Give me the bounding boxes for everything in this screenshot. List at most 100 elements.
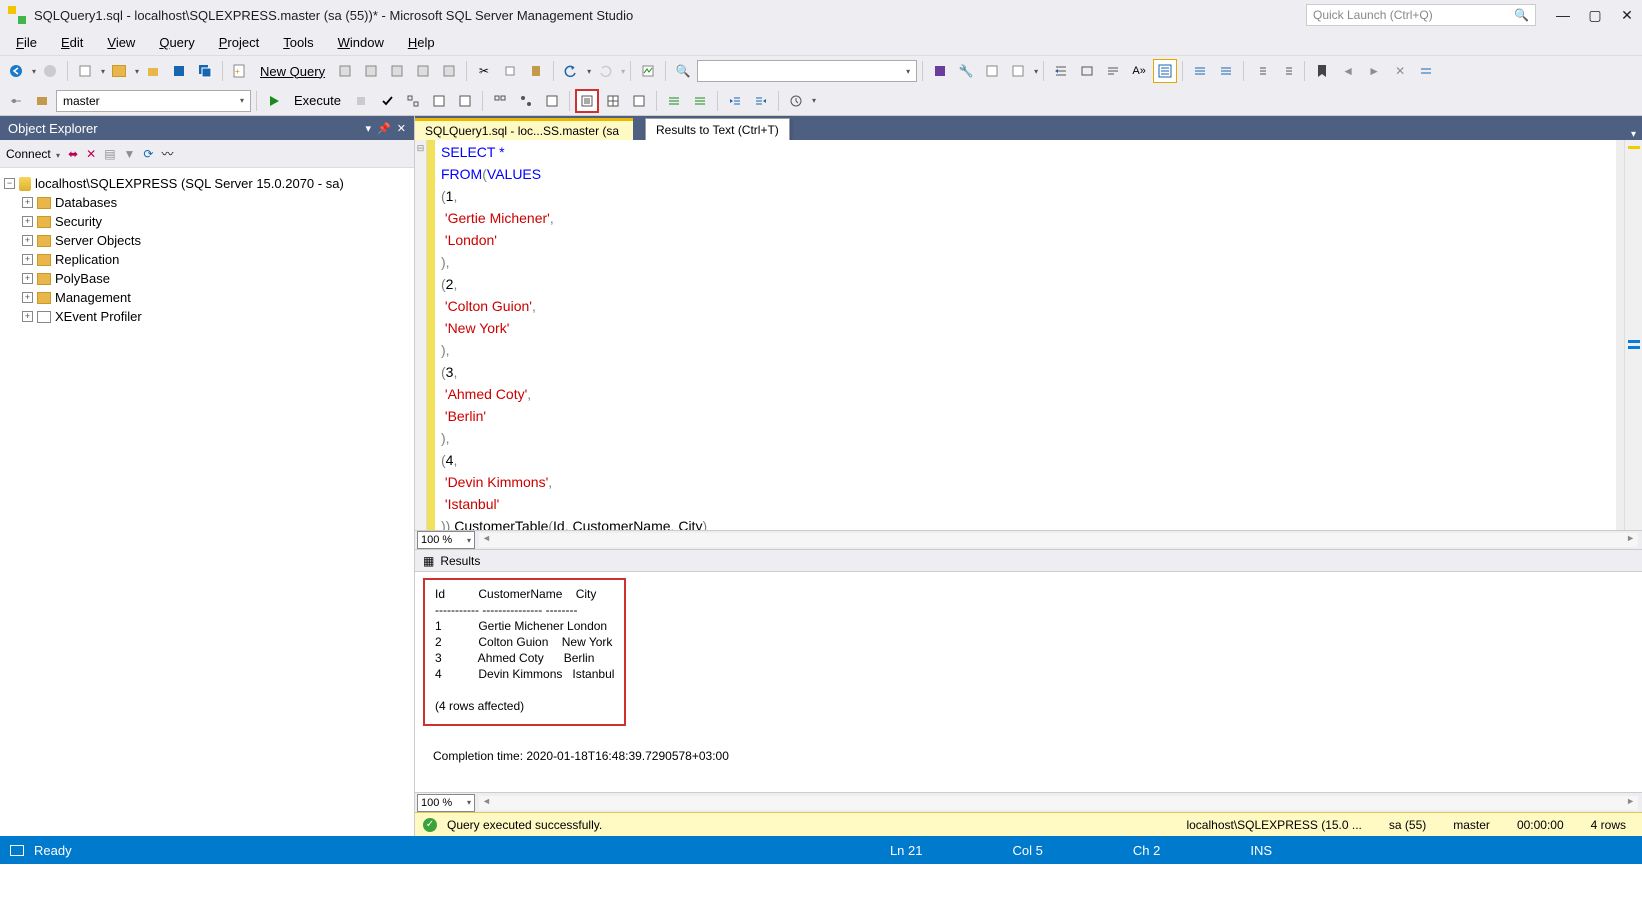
include-actual-plan-button[interactable] [488,89,512,113]
refresh-icon[interactable]: ⟳ [143,147,153,161]
filter2-icon[interactable]: ▼ [124,147,136,161]
include-client-statistics-button[interactable] [540,89,564,113]
dropdown-icon[interactable]: ▾ [621,67,625,76]
font-button[interactable]: A» [1127,59,1151,83]
outline-gutter[interactable]: ⊟ [415,140,427,530]
new-project-button[interactable] [141,59,165,83]
new-query-icon[interactable]: + [228,59,252,83]
tree-node-xevent-profiler[interactable]: +XEvent Profiler [4,307,410,326]
parse-button[interactable] [375,89,399,113]
results-to-grid-button[interactable] [601,89,625,113]
cut-button[interactable]: ✂ [472,59,496,83]
expand-icon[interactable]: + [22,273,33,284]
bookmark-button[interactable] [1310,59,1334,83]
results-tab[interactable]: Results [440,554,480,568]
tabs-dropdown-icon[interactable]: ▾ [1625,129,1642,140]
tree-node-security[interactable]: +Security [4,212,410,231]
menu-help[interactable]: Help [398,32,445,53]
tree-node-databases[interactable]: +Databases [4,193,410,212]
new-item-button[interactable] [73,59,97,83]
tree-node-polybase[interactable]: +PolyBase [4,269,410,288]
menu-query[interactable]: Query [149,32,204,53]
open-button[interactable] [107,59,131,83]
change-connection-button[interactable] [4,89,28,113]
horizontal-scrollbar[interactable]: ◄ ► [479,796,1638,810]
code-zoom-combo[interactable]: 100 %▾ [417,531,475,549]
activity-icon[interactable]: 〰 [161,145,173,162]
comment-selection-button[interactable] [662,89,686,113]
increase-indent-button[interactable] [1049,59,1073,83]
uncomment-selection-button[interactable] [688,89,712,113]
window-position-icon[interactable]: ▾ [366,122,372,135]
stop-icon[interactable]: ✕ [86,147,96,161]
minimize-button[interactable]: — [1556,8,1570,22]
filter-icon[interactable]: ▤ [104,147,115,161]
pin-icon[interactable]: 📌 [377,122,391,135]
line-numbers-button[interactable] [1153,59,1177,83]
increase-indent3-button[interactable] [749,89,773,113]
dropdown-icon[interactable]: ▾ [32,67,36,76]
comment-button[interactable] [1188,59,1212,83]
results-to-text-button[interactable] [575,89,599,113]
menu-tools[interactable]: Tools [273,32,323,53]
close-button[interactable]: ✕ [1620,8,1634,22]
nav-back-button[interactable] [4,59,28,83]
menu-window[interactable]: Window [328,32,394,53]
horizontal-scrollbar[interactable]: ◄ ► [479,533,1638,547]
prev-bookmark-button[interactable]: ◄ [1336,59,1360,83]
find-button[interactable]: 🔍 [671,59,695,83]
dropdown-icon[interactable]: ▾ [587,67,591,76]
specify-values-button[interactable] [784,89,808,113]
whitespace-button[interactable] [1101,59,1125,83]
execute-icon[interactable] [262,89,286,113]
activity-button[interactable] [980,59,1004,83]
menu-edit[interactable]: Edit [51,32,93,53]
menu-view[interactable]: View [97,32,145,53]
expand-icon[interactable]: + [22,254,33,265]
analysis-services-dmx-button[interactable] [385,59,409,83]
maximize-button[interactable]: ▢ [1588,8,1602,22]
database-combo[interactable]: master▾ [56,90,251,112]
debug-button[interactable] [928,59,952,83]
dropdown-icon[interactable]: ▾ [1034,67,1038,76]
undo-button[interactable] [559,59,583,83]
menu-file[interactable]: File [6,32,47,53]
dropdown-icon[interactable]: ▾ [812,96,816,105]
query-options-button[interactable] [427,89,451,113]
increase-indent2-button[interactable] [1275,59,1299,83]
decrease-indent2-button[interactable] [1249,59,1273,83]
uncomment-button[interactable] [1214,59,1238,83]
display-plan-button[interactable] [401,89,425,113]
database-engine-query-button[interactable] [333,59,357,83]
find-combo[interactable]: ▾ [697,60,917,82]
toggle-word-wrap-button[interactable] [1075,59,1099,83]
wrench-icon[interactable]: 🔧 [954,59,978,83]
dropdown-icon[interactable]: ▾ [135,67,139,76]
collapse-icon[interactable]: − [4,178,15,189]
intellisense-button[interactable] [453,89,477,113]
new-query-button[interactable]: New Query [254,64,331,79]
nav-forward-button[interactable] [38,59,62,83]
save-button[interactable] [167,59,191,83]
analysis-services-xmla-button[interactable] [411,59,435,83]
more-button[interactable] [1414,59,1438,83]
code-scrollbar[interactable] [1624,140,1642,530]
connect-button[interactable]: Connect ▾ [6,147,60,161]
tree-node-server-objects[interactable]: +Server Objects [4,231,410,250]
new-notebook-button[interactable] [437,59,461,83]
include-live-statistics-button[interactable] [514,89,538,113]
expand-icon[interactable]: + [22,235,33,246]
tree-server-node[interactable]: − localhost\SQLEXPRESS (SQL Server 15.0.… [4,174,410,193]
expand-icon[interactable]: + [22,311,33,322]
next-bookmark-button[interactable]: ► [1362,59,1386,83]
close-panel-icon[interactable]: ✕ [397,122,406,135]
expand-icon[interactable]: + [22,292,33,303]
expand-icon[interactable]: + [22,216,33,227]
expand-icon[interactable]: + [22,197,33,208]
save-all-button[interactable] [193,59,217,83]
decrease-indent3-button[interactable] [723,89,747,113]
split-gripper-icon[interactable] [1616,140,1624,530]
object-explorer-tree[interactable]: − localhost\SQLEXPRESS (SQL Server 15.0.… [0,168,414,332]
quick-launch-input[interactable]: Quick Launch (Ctrl+Q) 🔍 [1306,4,1536,26]
menu-project[interactable]: Project [209,32,269,53]
